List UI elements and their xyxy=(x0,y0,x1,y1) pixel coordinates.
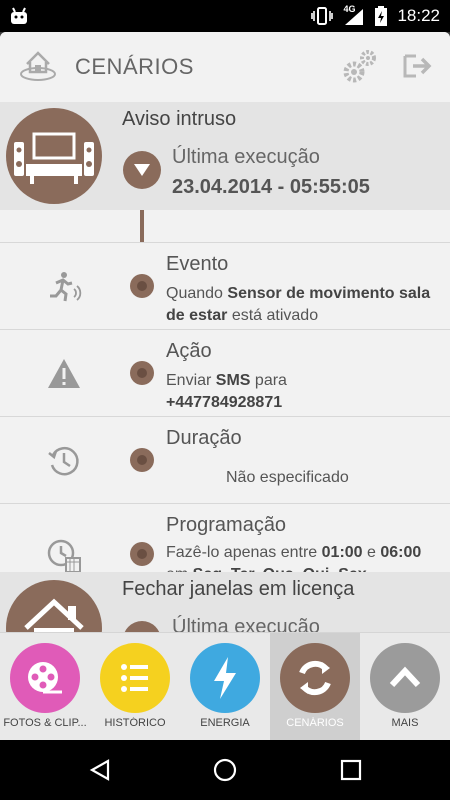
nav-photos-circle xyxy=(10,643,80,713)
settings-gear-icon[interactable] xyxy=(340,46,380,86)
running-person-icon xyxy=(50,272,82,302)
row-label: Evento xyxy=(166,253,229,275)
cycle-arrows-icon xyxy=(299,660,331,696)
nav-label: FOTOS & CLIP... xyxy=(3,717,87,729)
scenario-header[interactable]: Aviso intruso Última execução 23.04.2014… xyxy=(0,102,450,210)
row-description: Quando Sensor de movimento sala de estar… xyxy=(166,285,431,324)
event-row[interactable]: Evento Quando Sensor de movimento sala d… xyxy=(0,242,450,329)
tv-icon xyxy=(14,132,94,184)
row-description: Enviar SMS para +447784928871 xyxy=(166,372,287,411)
scenario-avatar xyxy=(6,108,102,204)
home-circle-icon[interactable] xyxy=(212,757,238,783)
film-reel-icon xyxy=(28,662,62,694)
last-run-label: Última execução xyxy=(172,616,320,632)
row-label: Programação xyxy=(166,514,287,536)
app-window: CENÁRIOS Aviso intruso Última execução 2… xyxy=(0,32,450,740)
row-label: Ação xyxy=(166,340,212,362)
action-row[interactable]: Ação Enviar SMS para +447784928871 xyxy=(0,329,450,416)
system-navigation-bar xyxy=(0,740,450,800)
nav-scenarios-circle xyxy=(280,643,350,713)
lightning-bolt-icon xyxy=(214,657,236,699)
timeline-dot xyxy=(130,361,154,385)
status-bar: 4G 18:22 xyxy=(0,0,450,32)
timeline-dot xyxy=(130,274,154,298)
nav-label: CENÁRIOS xyxy=(286,717,344,729)
page-title: CENÁRIOS xyxy=(75,54,194,79)
row-description: Não especificado xyxy=(226,469,349,486)
warning-icon xyxy=(48,359,80,388)
nav-photos-clips[interactable]: FOTOS & CLIP... xyxy=(0,633,90,740)
scenario-title: Aviso intruso xyxy=(122,108,237,130)
last-run-value: 23.04.2014 - 05:55:05 xyxy=(172,176,370,198)
back-icon[interactable] xyxy=(88,758,112,782)
nav-more[interactable]: MAIS xyxy=(360,633,450,740)
timeline-dot xyxy=(130,542,154,566)
list-icon xyxy=(121,664,148,692)
vibrate-icon xyxy=(311,7,334,25)
clock: 18:22 xyxy=(397,6,440,25)
scenario-list[interactable]: Aviso intruso Última execução 23.04.2014… xyxy=(0,102,450,632)
signal-icon xyxy=(345,9,364,25)
calendar-clock-icon xyxy=(47,539,81,573)
nav-history[interactable]: HISTÓRICO xyxy=(90,633,180,740)
logout-icon[interactable] xyxy=(402,52,434,80)
app-header: CENÁRIOS xyxy=(0,32,450,103)
row-label: Duração xyxy=(166,427,242,449)
chevron-up-icon xyxy=(389,666,421,688)
scenario-header[interactable]: Fechar janelas em licença Última execuçã… xyxy=(0,572,450,632)
nav-scenarios[interactable]: CENÁRIOS xyxy=(270,633,360,740)
expand-toggle-icon[interactable] xyxy=(122,620,162,632)
history-clock-icon xyxy=(48,446,79,476)
scenario-avatar xyxy=(6,580,102,632)
duration-row[interactable]: Duração Não especificado xyxy=(0,416,450,503)
nav-history-circle xyxy=(100,643,170,713)
nav-energy[interactable]: ENERGIA xyxy=(180,633,270,740)
battery-icon xyxy=(375,6,388,26)
android-notification-icon xyxy=(11,7,27,24)
nav-energy-circle xyxy=(190,643,260,713)
home-icon[interactable] xyxy=(18,44,58,84)
nav-label: HISTÓRICO xyxy=(104,717,166,729)
collapse-triangle-icon[interactable] xyxy=(122,150,162,190)
recents-icon[interactable] xyxy=(340,759,362,781)
nav-label: MAIS xyxy=(391,717,419,729)
timeline-dot xyxy=(130,448,154,472)
nav-more-circle xyxy=(370,643,440,713)
bottom-navigation: FOTOS & CLIP... HISTÓRICO ENERGIA CENÁRI… xyxy=(0,632,450,740)
house-icon xyxy=(24,598,84,632)
scenario-title: Fechar janelas em licença xyxy=(122,578,355,600)
last-run-label: Última execução xyxy=(172,146,320,168)
nav-label: ENERGIA xyxy=(200,717,250,729)
